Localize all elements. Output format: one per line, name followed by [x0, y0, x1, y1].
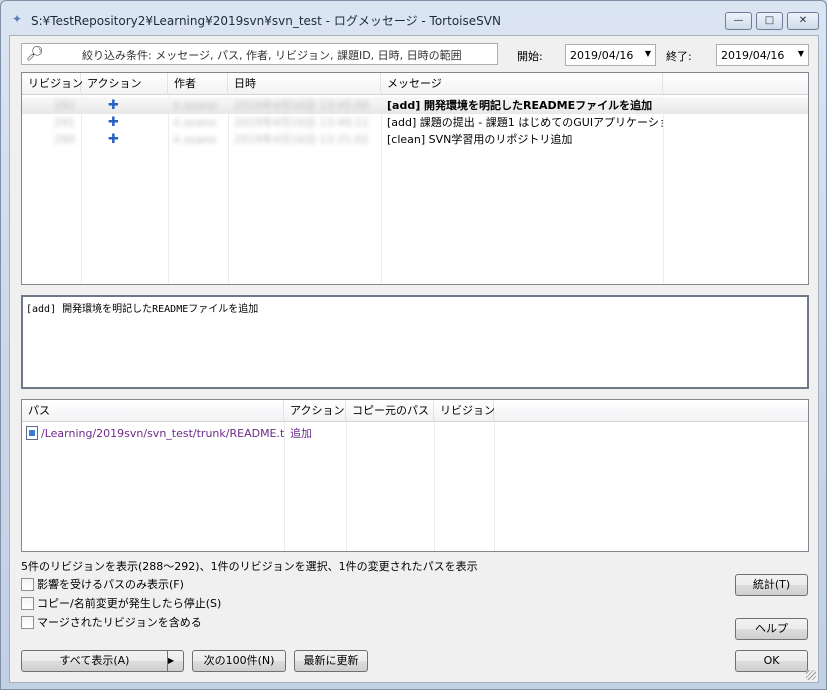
changed-paths-header: パス アクション コピー元のパス リビジョン	[22, 400, 808, 422]
statistics-button[interactable]: 統計(T)	[735, 574, 808, 596]
path-text: /Learning/2019svn/svn_test/trunk/README.…	[41, 427, 284, 440]
show-all-label: すべて表示(A)	[59, 654, 130, 667]
log-dialog-window: ✦ S:¥TestRepository2¥Learning¥2019svn¥sv…	[0, 0, 827, 690]
start-date-picker[interactable]: 2019/04/16 ▼	[565, 44, 656, 66]
column-revision[interactable]: リビジョン	[22, 73, 83, 95]
message-detail-text: [add] 開発環境を明記したREADMEファイルを追加	[26, 304, 259, 315]
checkbox-box[interactable]	[21, 616, 34, 629]
column-date[interactable]: 日時	[228, 73, 381, 95]
resize-grip[interactable]	[806, 670, 816, 680]
dialog-client-area: 🔎︎ 絞り込み条件: メッセージ, パス, 作者, リビジョン, 課題ID, 日…	[9, 35, 819, 683]
end-date-picker[interactable]: 2019/04/16 ▼	[716, 44, 809, 66]
start-date-value: 2019/04/16	[570, 49, 634, 62]
show-all-split-button[interactable]: すべて表示(A) ▶	[21, 650, 184, 672]
window-title: S:¥TestRepository2¥Learning¥2019svn¥svn_…	[31, 14, 501, 28]
revision-cell: 292	[54, 99, 75, 112]
message-cell: [add] 開発環境を明記したREADMEファイルを追加	[387, 99, 653, 112]
end-date-value: 2019/04/16	[721, 49, 785, 62]
refresh-button[interactable]: 最新に更新	[294, 650, 368, 672]
revision-cell: 290	[54, 133, 75, 146]
author-cell: k.asano	[174, 116, 217, 129]
column-path[interactable]: パス	[22, 400, 284, 422]
next-100-button[interactable]: 次の100件(N)	[192, 650, 286, 672]
checkbox-box[interactable]	[21, 578, 34, 591]
chevron-right-icon[interactable]: ▶	[167, 651, 183, 671]
revision-cell: 291	[54, 116, 75, 129]
chevron-down-icon[interactable]: ▼	[645, 49, 651, 58]
include-merged-checkbox[interactable]: マージされたリビジョンを含める	[21, 614, 202, 629]
checkbox-box[interactable]	[21, 597, 34, 610]
path-action-cell: 追加	[290, 427, 312, 440]
date-cell: 2019年4月16日 13:31:02	[234, 133, 369, 146]
plus-icon: ✚	[108, 115, 119, 130]
revision-list[interactable]: リビジョン アクション 作者 日時 メッセージ 292 ✚ k.asano 20…	[21, 72, 809, 285]
search-icon[interactable]: 🔎︎	[26, 46, 44, 62]
start-date-label: 開始:	[517, 50, 543, 63]
message-detail-box[interactable]: [add] 開発環境を明記したREADMEファイルを追加	[21, 295, 809, 389]
column-copy-from-path[interactable]: コピー元のパス	[346, 400, 434, 422]
tortoisesvn-icon: ✦	[11, 12, 23, 26]
close-button[interactable]: ✕	[787, 12, 819, 30]
stop-on-copy-label: コピー/名前変更が発生したら停止(S)	[37, 597, 222, 610]
title-bar[interactable]: ✦ S:¥TestRepository2¥Learning¥2019svn¥sv…	[1, 1, 826, 35]
table-row[interactable]: /Learning/2019svn/svn_test/trunk/README.…	[22, 425, 808, 442]
table-row[interactable]: 290 ✚ k.asano 2019年4月16日 13:31:02 [clean…	[22, 131, 808, 148]
help-button[interactable]: ヘルプ	[735, 618, 808, 640]
status-text: 5件のリビジョンを表示(288〜292)、1件のリビジョンを選択、1件の変更され…	[21, 560, 478, 573]
revision-list-header: リビジョン アクション 作者 日時 メッセージ	[22, 73, 808, 95]
ok-button[interactable]: OK	[735, 650, 808, 672]
text-file-icon	[26, 426, 38, 440]
author-cell: k.asano	[174, 99, 217, 112]
maximize-button[interactable]: □	[756, 12, 783, 30]
affected-paths-only-checkbox[interactable]: 影響を受けるパスのみ表示(F)	[21, 576, 184, 591]
message-cell: [add] 課題の提出 - 課題1 はじめてのGUIアプリケーション	[387, 116, 663, 129]
include-merged-label: マージされたリビジョンを含める	[37, 616, 202, 629]
table-row[interactable]: 292 ✚ k.asano 2019年4月16日 13:45:00 [add] …	[22, 97, 808, 114]
end-date-label: 終了:	[666, 50, 692, 63]
chevron-down-icon[interactable]: ▼	[798, 49, 804, 58]
minimize-button[interactable]: —	[725, 12, 752, 30]
plus-icon: ✚	[108, 132, 119, 147]
path-cell: /Learning/2019svn/svn_test/trunk/README.…	[22, 425, 284, 442]
author-cell: k.asano	[174, 133, 217, 146]
date-cell: 2019年4月16日 13:45:00	[234, 99, 369, 112]
filter-placeholder: 絞り込み条件: メッセージ, パス, 作者, リビジョン, 課題ID, 日時, …	[82, 49, 462, 62]
table-row[interactable]: 291 ✚ k.asano 2019年4月16日 13:40:11 [add] …	[22, 114, 808, 131]
column-action[interactable]: アクション	[81, 73, 168, 95]
column-path-action[interactable]: アクション	[284, 400, 346, 422]
column-message[interactable]: メッセージ	[381, 73, 663, 95]
column-path-revision[interactable]: リビジョン	[434, 400, 495, 422]
plus-icon: ✚	[108, 98, 119, 113]
column-author[interactable]: 作者	[168, 73, 228, 95]
stop-on-copy-checkbox[interactable]: コピー/名前変更が発生したら停止(S)	[21, 595, 221, 610]
message-cell: [clean] SVN学習用のリポジトリ追加	[387, 133, 573, 146]
changed-paths-list[interactable]: パス アクション コピー元のパス リビジョン /Learning/2019svn…	[21, 399, 809, 552]
filter-input[interactable]: 🔎︎ 絞り込み条件: メッセージ, パス, 作者, リビジョン, 課題ID, 日…	[21, 43, 498, 65]
date-cell: 2019年4月16日 13:40:11	[234, 116, 369, 129]
affected-paths-only-label: 影響を受けるパスのみ表示(F)	[37, 578, 184, 591]
